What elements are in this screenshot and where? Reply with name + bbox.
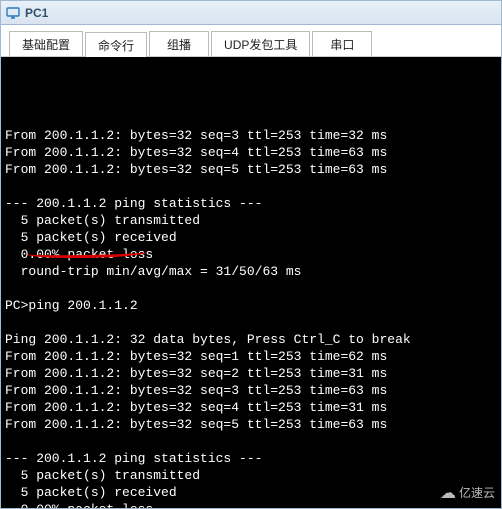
terminal-line: From 200.1.1.2: bytes=32 seq=4 ttl=253 t… — [5, 144, 497, 161]
tab-udp-tool[interactable]: UDP发包工具 — [211, 31, 310, 56]
terminal-line: From 200.1.1.2: bytes=32 seq=3 ttl=253 t… — [5, 127, 497, 144]
tab-command-line[interactable]: 命令行 — [85, 32, 147, 57]
tab-multicast[interactable]: 组播 — [149, 31, 209, 56]
terminal-line: From 200.1.1.2: bytes=32 seq=2 ttl=253 t… — [5, 365, 497, 382]
terminal-output[interactable]: ☁ 亿速云 From 200.1.1.2: bytes=32 seq=3 ttl… — [1, 57, 501, 508]
terminal-line: round-trip min/avg/max = 31/50/63 ms — [5, 263, 497, 280]
terminal-line: From 200.1.1.2: bytes=32 seq=1 ttl=253 t… — [5, 348, 497, 365]
terminal-line — [5, 314, 497, 331]
terminal-line — [5, 433, 497, 450]
terminal-line: From 200.1.1.2: bytes=32 seq=5 ttl=253 t… — [5, 416, 497, 433]
terminal-line — [5, 178, 497, 195]
app-icon — [5, 5, 21, 21]
terminal-line: 5 packet(s) transmitted — [5, 212, 497, 229]
tab-basic-config[interactable]: 基础配置 — [9, 31, 83, 56]
terminal-line: From 200.1.1.2: bytes=32 seq=5 ttl=253 t… — [5, 161, 497, 178]
tab-bar: 基础配置 命令行 组播 UDP发包工具 串口 — [1, 25, 501, 57]
terminal-line: PC>ping 200.1.1.2 — [5, 297, 497, 314]
tab-serial[interactable]: 串口 — [312, 31, 372, 56]
window-title: PC1 — [25, 6, 48, 20]
title-bar[interactable]: PC1 — [1, 1, 501, 25]
terminal-line — [5, 280, 497, 297]
terminal-line: 5 packet(s) received — [5, 484, 497, 501]
app-window: PC1 基础配置 命令行 组播 UDP发包工具 串口 ☁ 亿速云 From 20… — [0, 0, 502, 509]
terminal-line: 0.00% packet loss — [5, 501, 497, 508]
terminal-line: 5 packet(s) received — [5, 229, 497, 246]
terminal-line: 5 packet(s) transmitted — [5, 467, 497, 484]
terminal-line: 0.00% packet loss — [5, 246, 497, 263]
terminal-line: --- 200.1.1.2 ping statistics --- — [5, 450, 497, 467]
terminal-line: Ping 200.1.1.2: 32 data bytes, Press Ctr… — [5, 331, 497, 348]
terminal-line: From 200.1.1.2: bytes=32 seq=4 ttl=253 t… — [5, 399, 497, 416]
terminal-line: From 200.1.1.2: bytes=32 seq=3 ttl=253 t… — [5, 382, 497, 399]
terminal-line: --- 200.1.1.2 ping statistics --- — [5, 195, 497, 212]
